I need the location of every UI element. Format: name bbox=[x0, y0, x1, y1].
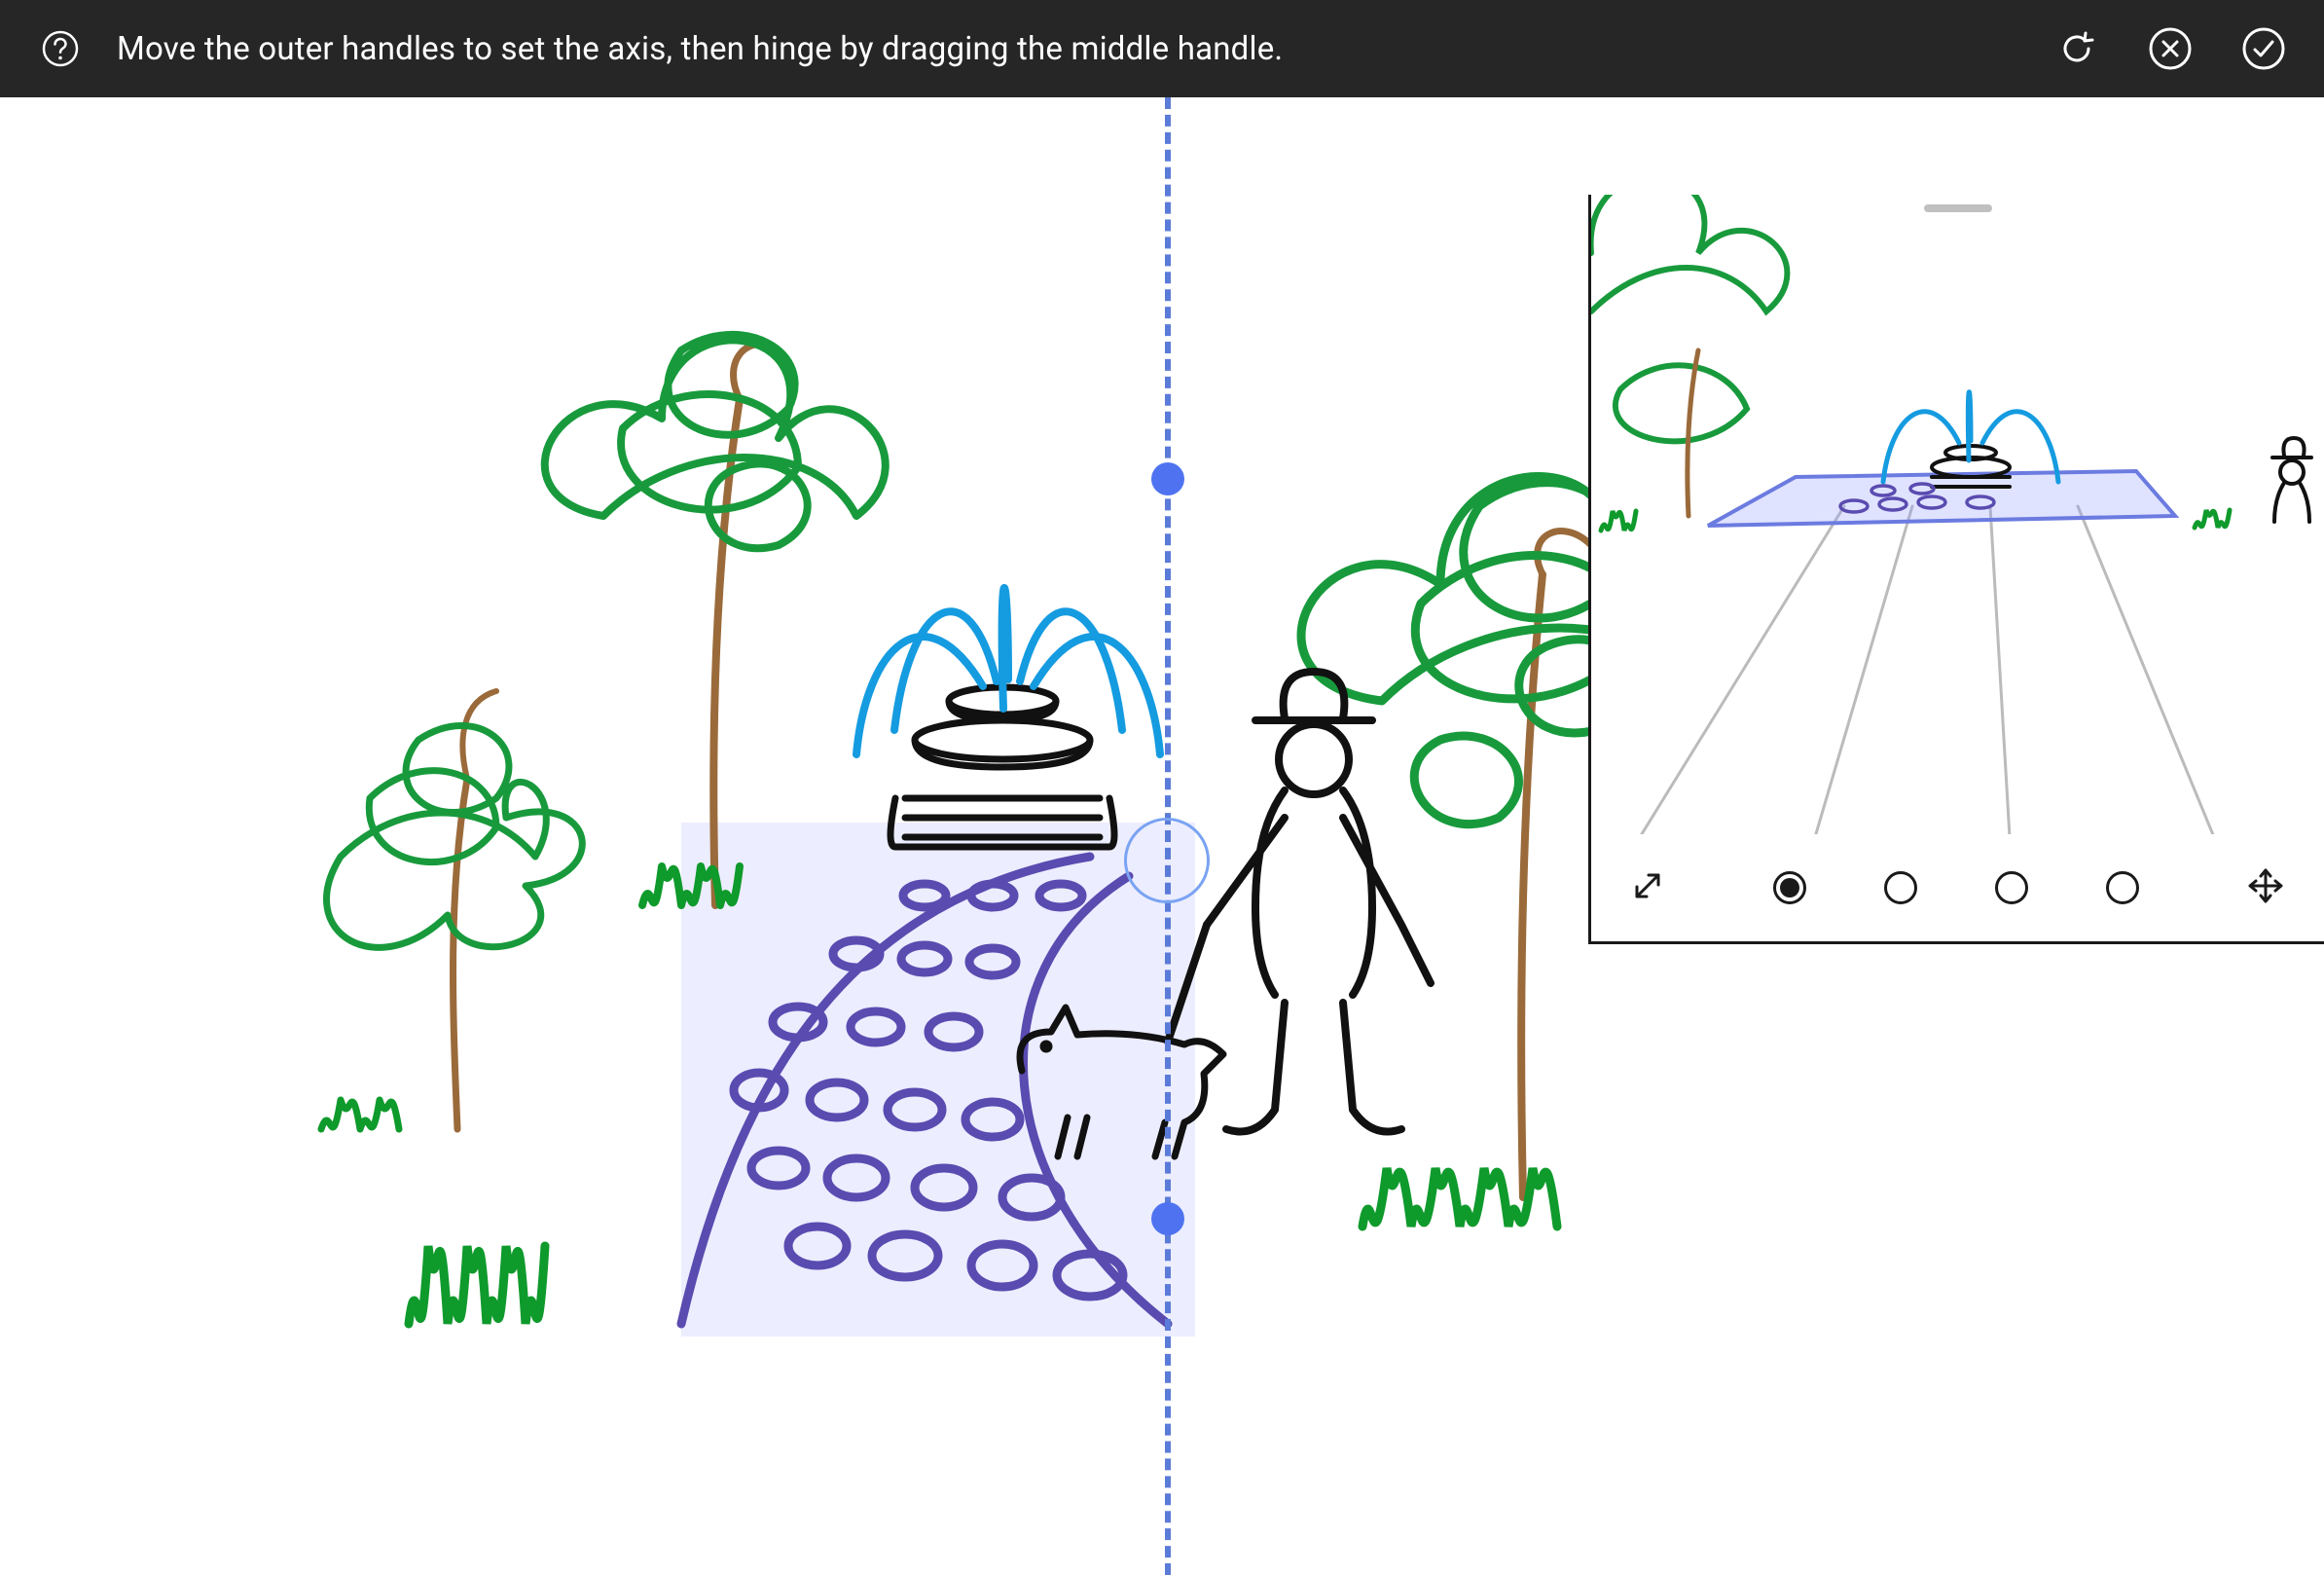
perspective-option-4[interactable] bbox=[2106, 871, 2139, 904]
topbar: Move the outer handles to set the axis, … bbox=[0, 0, 2324, 97]
move-icon bbox=[2246, 866, 2285, 905]
app-root: Move the outer handles to set the axis, … bbox=[0, 0, 2324, 1575]
hinge-handle-bottom[interactable] bbox=[1151, 1202, 1184, 1235]
perspective-radio-group bbox=[1773, 871, 2139, 904]
canvas-area[interactable] bbox=[0, 97, 2324, 1575]
topbar-actions bbox=[2050, 21, 2291, 76]
instruction-text: Move the outer handles to set the axis, … bbox=[117, 30, 2050, 68]
hinge-handle-top[interactable] bbox=[1151, 462, 1184, 495]
hinge-handle-middle[interactable] bbox=[1124, 818, 1210, 903]
help-icon bbox=[41, 29, 80, 68]
preview-panel bbox=[1588, 195, 2324, 944]
perspective-option-2[interactable] bbox=[1884, 871, 1917, 904]
cancel-icon bbox=[2147, 25, 2194, 72]
preview-resize-button[interactable] bbox=[1630, 868, 1665, 907]
confirm-button[interactable] bbox=[2236, 21, 2291, 76]
help-button[interactable] bbox=[33, 21, 88, 76]
preview-toolbar bbox=[1591, 834, 2324, 941]
cancel-button[interactable] bbox=[2143, 21, 2197, 76]
preview-sketch bbox=[1591, 195, 2324, 834]
perspective-option-3[interactable] bbox=[1995, 871, 2028, 904]
preview-move-button[interactable] bbox=[2246, 866, 2285, 909]
perspective-option-1[interactable] bbox=[1773, 871, 1806, 904]
undo-icon bbox=[2055, 27, 2098, 70]
resize-diagonal-icon bbox=[1630, 868, 1665, 903]
confirm-icon bbox=[2240, 25, 2287, 72]
undo-button[interactable] bbox=[2050, 21, 2104, 76]
preview-content[interactable] bbox=[1591, 195, 2324, 834]
